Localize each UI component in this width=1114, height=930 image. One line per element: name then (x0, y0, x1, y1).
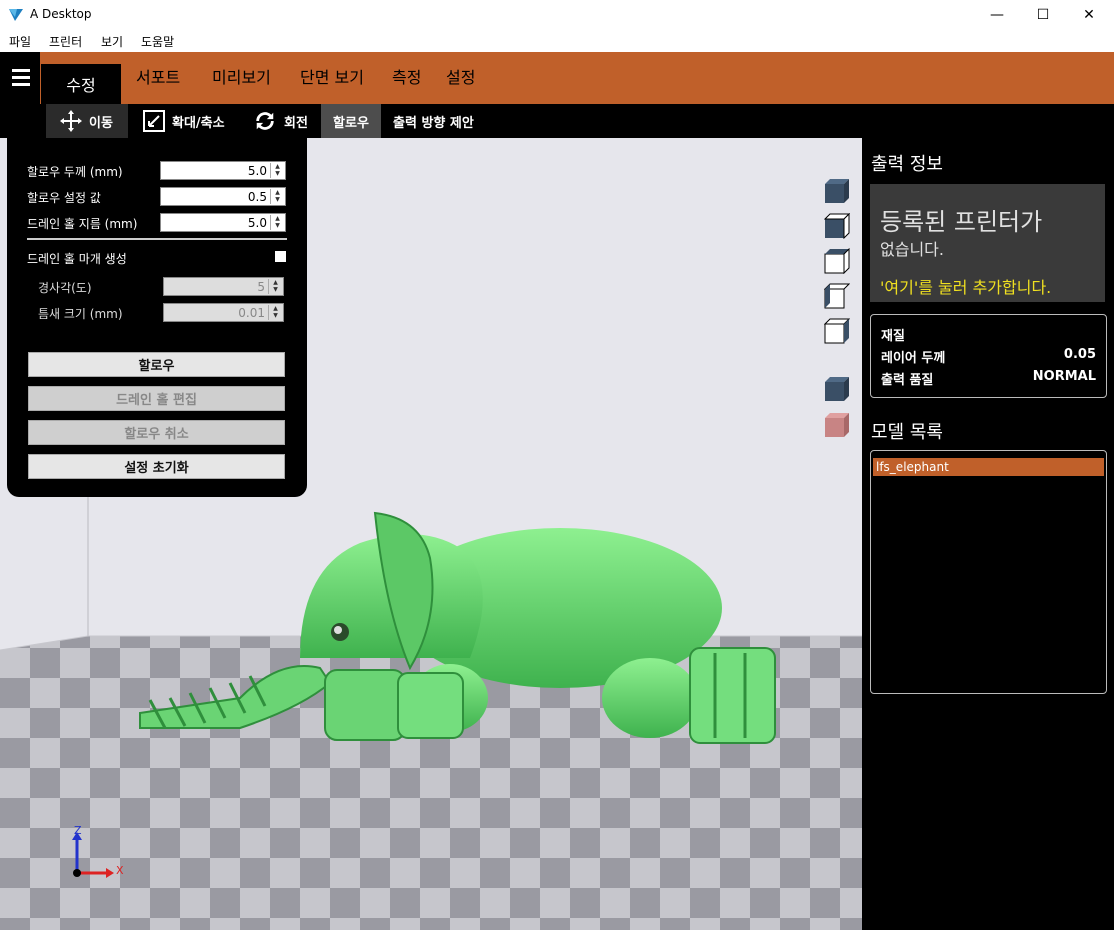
reset-settings-button[interactable]: 설정 초기화 (28, 454, 285, 479)
tab-measure[interactable]: 측정 (392, 64, 421, 88)
hollow-setting-value: 0.5 (247, 190, 267, 204)
move-label: 이동 (89, 115, 113, 131)
hamburger-icon-line (12, 83, 30, 86)
drain-cap-label: 드레인 홀 마개 생성 (27, 252, 127, 266)
thickness-label: 할로우 두께 (mm) (27, 165, 123, 179)
hollow-button[interactable]: 할로우 (28, 352, 285, 377)
move-tool-button[interactable]: 이동 (46, 104, 128, 138)
edit-drain-hole-button[interactable]: 드레인 홀 편집 (28, 386, 285, 411)
maximize-button[interactable]: ☐ (1020, 0, 1066, 30)
add-printer-link[interactable]: '여기'를 눌러 추가합니다. (880, 274, 1051, 298)
view-perspective-icon[interactable] (824, 376, 850, 402)
rotate-tool-button[interactable]: 회전 (254, 104, 308, 138)
menu-printer[interactable]: 프린터 (49, 33, 82, 50)
print-quality-label: 출력 품질 (881, 373, 934, 388)
hollow-setting-input[interactable]: 0.5 ▲ ▼ (160, 187, 286, 206)
model-list: lfs_elephant (870, 450, 1107, 694)
spinner-arrows-icon[interactable]: ▲ ▼ (270, 215, 284, 230)
minimize-button[interactable]: — (974, 0, 1020, 30)
menu-view[interactable]: 보기 (101, 33, 123, 50)
tab-preview[interactable]: 미리보기 (212, 64, 271, 88)
list-item[interactable]: lfs_elephant (873, 458, 1104, 476)
no-printer-line1: 등록된 프린터가 (880, 208, 1043, 236)
app-logo-icon (9, 9, 23, 21)
hamburger-menu-button[interactable] (0, 52, 40, 104)
drain-cap-checkbox[interactable] (275, 251, 286, 262)
gap-label: 틈새 크기 (mm) (38, 307, 123, 321)
rotate-icon (256, 112, 274, 130)
orientation-label: 출력 방향 제안 (393, 115, 474, 131)
view-left-icon[interactable] (824, 283, 850, 309)
scale-icon (143, 110, 165, 132)
axis-x-label: X (116, 864, 124, 877)
view-top-icon[interactable] (824, 213, 850, 239)
spinner-arrows-icon[interactable]: ▲ ▼ (268, 279, 282, 294)
printer-status-box[interactable]: 등록된 프린터가 없습니다. '여기'를 눌러 추가합니다. (870, 184, 1105, 302)
no-printer-line2: 없습니다. (880, 240, 944, 259)
drain-diameter-label: 드레인 홀 지름 (mm) (27, 217, 138, 231)
title-bar: A Desktop — ☐ ✕ (0, 0, 1114, 30)
scale-label: 확대/축소 (172, 115, 225, 131)
view-xray-icon[interactable] (824, 412, 850, 438)
spinner-arrows-icon[interactable]: ▲ ▼ (270, 163, 284, 178)
close-button[interactable]: ✕ (1066, 0, 1112, 30)
close-icon: ✕ (1083, 7, 1095, 23)
model-list-title: 모델 목록 (871, 422, 943, 443)
drain-diameter-value: 5.0 (247, 216, 267, 230)
spinner-arrows-icon[interactable]: ▲ ▼ (268, 305, 282, 320)
spinner-arrows-icon[interactable]: ▲ ▼ (270, 189, 284, 204)
menu-bar: 파일 프린터 보기 도움말 (0, 30, 1114, 52)
drain-diameter-input[interactable]: 5.0 ▲ ▼ (160, 213, 286, 232)
window-title: A Desktop (30, 7, 92, 21)
print-info-title: 출력 정보 (871, 154, 943, 175)
layer-thickness-value: 0.05 (1063, 347, 1096, 362)
menu-help[interactable]: 도움말 (141, 33, 174, 50)
material-label: 재질 (881, 329, 905, 344)
thickness-input[interactable]: 5.0 ▲ ▼ (160, 161, 286, 180)
tab-edit[interactable]: 수정 (41, 64, 121, 104)
slope-label: 경사각(도) (38, 281, 92, 295)
layer-thickness-label: 레이어 두께 (881, 351, 946, 366)
move-icon (60, 110, 82, 132)
right-panel: 출력 정보 등록된 프린터가 없습니다. '여기'를 눌러 추가합니다. 재질 … (862, 138, 1114, 930)
undo-hollow-button[interactable]: 할로우 취소 (28, 420, 285, 445)
menu-file[interactable]: 파일 (9, 33, 31, 50)
gap-value: 0.01 (238, 306, 265, 320)
print-settings-box: 재질 레이어 두께 0.05 출력 품질 NORMAL (870, 314, 1107, 398)
view-iso-icon[interactable] (824, 178, 850, 204)
tab-section-view[interactable]: 단면 보기 (300, 64, 364, 88)
axis-z-label: Z (74, 824, 82, 837)
hollow-settings-panel: 할로우 두께 (mm) 5.0 ▲ ▼ 할로우 설정 값 0.5 ▲ ▼ 드레인 홀… (7, 138, 307, 497)
maximize-icon: ☐ (1036, 7, 1050, 23)
minimize-icon: — (990, 7, 1004, 23)
hamburger-icon (12, 69, 30, 72)
divider (27, 238, 287, 240)
thickness-value: 5.0 (247, 164, 267, 178)
slope-value: 5 (257, 280, 265, 294)
hollow-tool-button[interactable]: 할로우 (321, 104, 381, 138)
slope-input[interactable]: 5 ▲ ▼ (163, 277, 284, 296)
tab-support[interactable]: 서포트 (136, 64, 180, 88)
hamburger-icon-line (12, 76, 30, 79)
hollow-setting-label: 할로우 설정 값 (27, 191, 101, 205)
print-quality-value: NORMAL (1032, 369, 1096, 384)
tab-settings[interactable]: 설정 (446, 64, 475, 88)
scale-tool-button[interactable]: 확대/축소 (142, 104, 225, 138)
orientation-suggest-button[interactable]: 출력 방향 제안 (393, 104, 474, 138)
view-front-icon[interactable] (824, 248, 850, 274)
gap-input[interactable]: 0.01 ▲ ▼ (163, 303, 284, 322)
rotate-label: 회전 (284, 115, 308, 131)
hollow-label: 할로우 (333, 115, 369, 131)
view-right-icon[interactable] (824, 318, 850, 344)
